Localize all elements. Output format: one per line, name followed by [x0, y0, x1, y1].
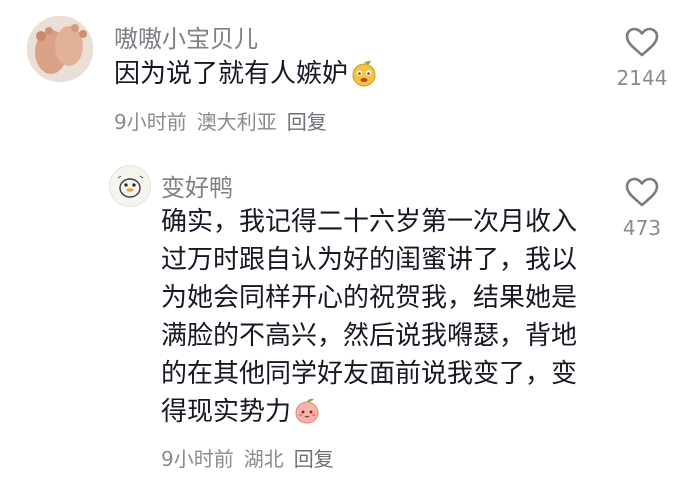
- like-button[interactable]: 2144: [607, 26, 677, 90]
- comment-username[interactable]: 嗷嗷小宝贝儿: [114, 19, 258, 54]
- avatar[interactable]: [27, 16, 93, 82]
- reply-time: 9小时前: [161, 447, 234, 471]
- peach-blush-emoji: [293, 397, 321, 425]
- like-count: 473: [622, 216, 662, 240]
- feet-photo-avatar: [27, 16, 93, 82]
- comment-item: 嗷嗷小宝贝儿 因为说了就有人嫉妒 9小时前 澳大利亚 回复 2144: [0, 0, 690, 140]
- comment-text: 因为说了就有人嫉妒: [114, 55, 594, 93]
- heart-outline-icon: [625, 27, 659, 57]
- like-count: 2144: [616, 66, 668, 90]
- comment-meta: 9小时前 澳大利亚 回复: [114, 106, 337, 135]
- comment-location: 澳大利亚: [196, 110, 277, 134]
- reply-username[interactable]: 变好鸭: [161, 168, 233, 203]
- heart-outline-icon: [625, 177, 659, 207]
- reply-text: 确实，我记得二十六岁第一次月收入过万时跟自认为好的闺蜜讲了，我以为她会同样开心的…: [161, 207, 578, 427]
- reply-meta: 9小时前 湖北 回复: [161, 443, 344, 472]
- reply-button[interactable]: 回复: [287, 110, 327, 134]
- comment-time: 9小时前: [114, 110, 187, 134]
- sour-face-emoji: [350, 59, 378, 87]
- avatar[interactable]: [109, 165, 151, 207]
- duck-sketch-avatar: [110, 166, 150, 206]
- reply-location: 湖北: [243, 447, 284, 471]
- reply-button[interactable]: 回复: [294, 447, 334, 471]
- like-button[interactable]: 473: [607, 176, 677, 240]
